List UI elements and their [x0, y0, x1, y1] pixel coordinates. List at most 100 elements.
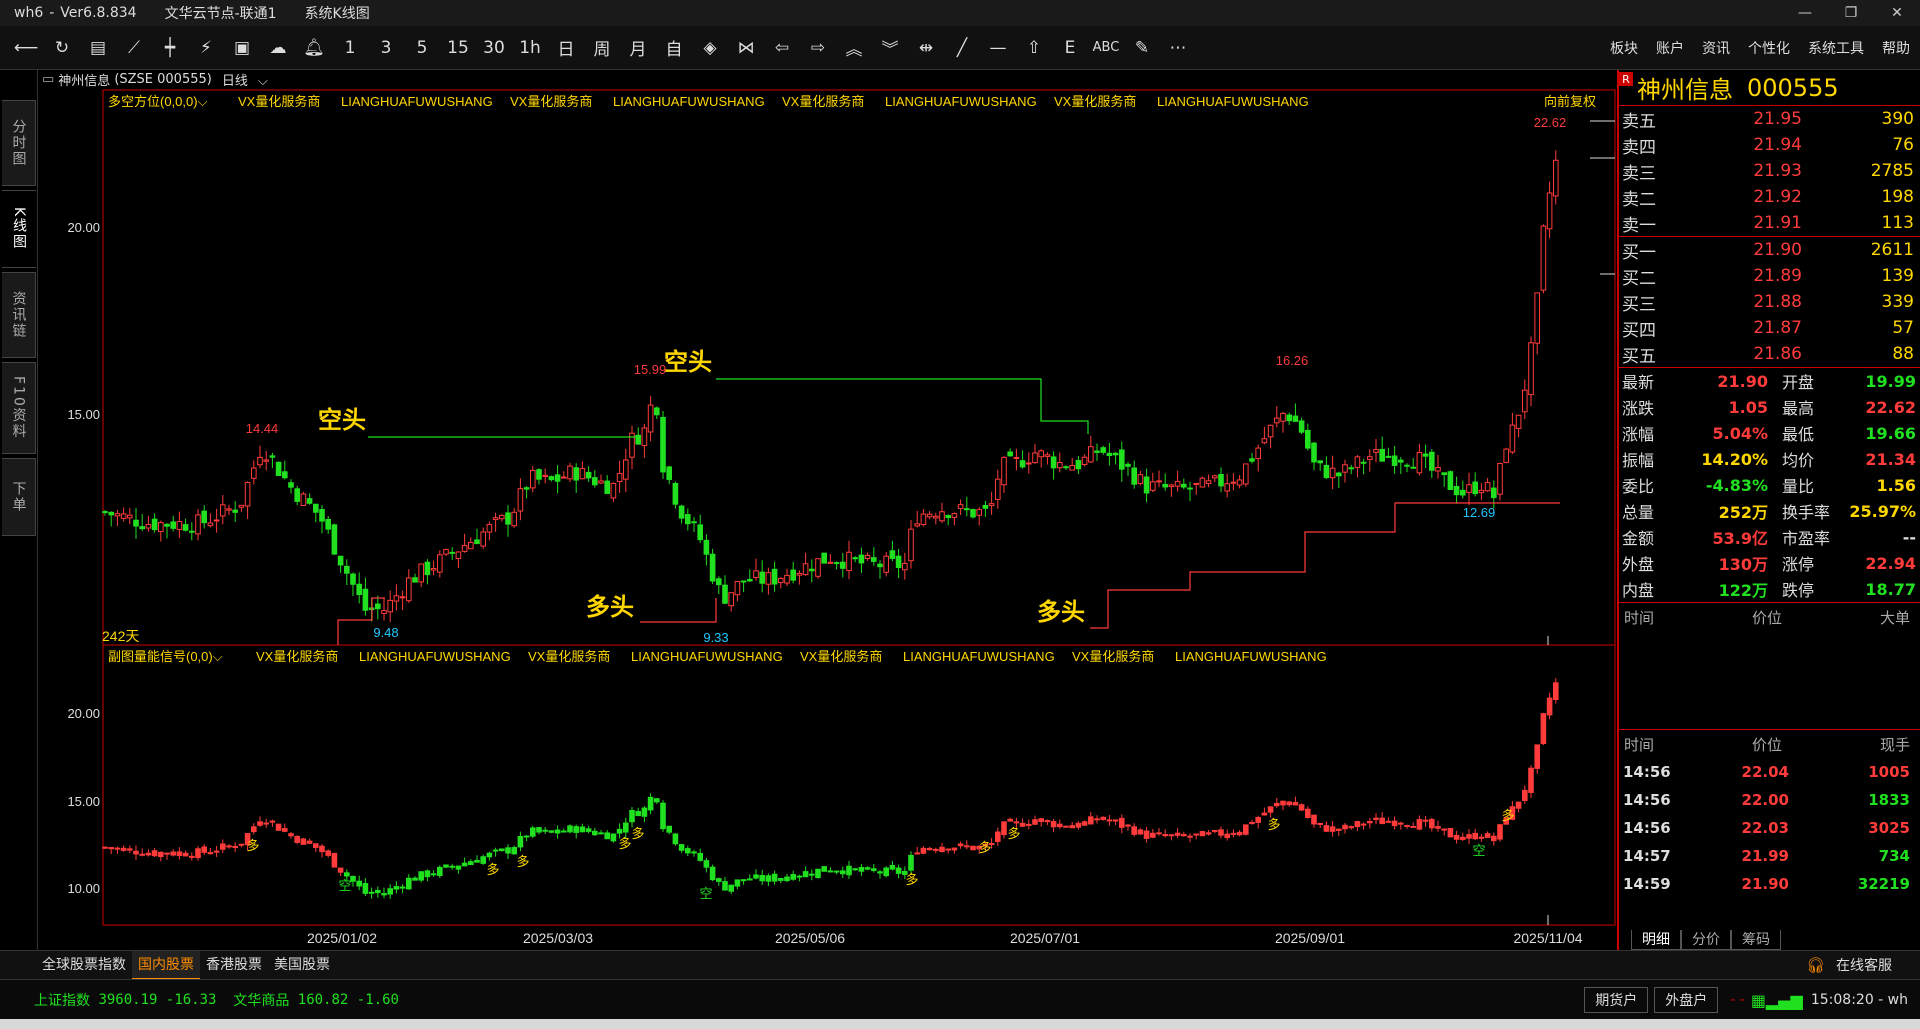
bull-annotation: 多头: [586, 592, 634, 621]
stat-value: --: [1902, 527, 1916, 547]
sub-candle: [1075, 822, 1082, 828]
sub-candle: [1354, 821, 1361, 828]
date-label: 2025/03/03: [523, 930, 593, 946]
stat-row: 外盘 130万 涨停 22.94: [1619, 550, 1920, 576]
main-candle: [864, 554, 871, 559]
tab-global-index[interactable]: 全球股票指数: [36, 951, 132, 980]
stat-row: 金额 53.9亿 市盈率 --: [1619, 524, 1920, 550]
sub-candle: [1472, 832, 1479, 840]
sub-candle: [151, 850, 158, 857]
main-candle: [1522, 389, 1528, 413]
sub-candle: [313, 843, 319, 848]
sub-candle: [1088, 816, 1094, 825]
main-candle: [480, 531, 486, 547]
main-candle: [381, 610, 387, 614]
sub-candle: [1379, 817, 1386, 825]
main-candle: [1429, 451, 1435, 471]
sub-candle: [1143, 830, 1150, 839]
sub-candle: [282, 828, 288, 832]
main-candle: [1466, 484, 1472, 493]
sub-candle: [895, 867, 902, 874]
ask-label: 卖四: [1622, 137, 1656, 158]
main-candle: [691, 521, 697, 524]
bid-volume: 339: [1881, 292, 1914, 312]
quote-stock-code: 000555: [1747, 73, 1839, 102]
sub-candle: [1038, 818, 1045, 823]
stat-value: 53.9亿: [1712, 529, 1768, 548]
sub-candle: [1094, 818, 1100, 821]
sub-candle: [548, 830, 555, 833]
stat-value: 19.99: [1865, 371, 1916, 391]
tick-row: 14:56 22.03 3025: [1619, 814, 1920, 842]
ask-row[interactable]: 卖四 21.94 76: [1619, 132, 1920, 158]
sub-candle: [1001, 821, 1007, 836]
sub-candle: [1212, 829, 1218, 832]
ad-text: LIANGHUAFUWUSHANG: [359, 649, 511, 664]
bid-row[interactable]: 买一 21.90 2611: [1619, 237, 1920, 263]
main-candle: [1212, 475, 1218, 479]
bid-price: 21.86: [1753, 344, 1802, 364]
main-candle: [108, 511, 115, 516]
main-candle: [1013, 456, 1020, 459]
foreign-account-button[interactable]: 外盘户: [1654, 987, 1719, 1013]
sub-candle: [1342, 824, 1348, 830]
tab-us-stock[interactable]: 美国股票: [268, 951, 336, 980]
sub-candle: [616, 828, 623, 834]
main-candle: [951, 513, 958, 518]
ask-row[interactable]: 卖五 21.95 390: [1619, 106, 1920, 132]
main-candle: [740, 580, 747, 583]
tab-hk-stock[interactable]: 香港股票: [200, 951, 268, 980]
stat-label: 金额: [1622, 529, 1655, 548]
sub-candle: [486, 852, 493, 858]
online-service-link[interactable]: 🎧︎ 在线客服: [1800, 951, 1904, 980]
main-candle: [1261, 438, 1268, 444]
main-candle: [1540, 225, 1547, 291]
ask-row[interactable]: 卖一 21.91 113: [1619, 210, 1920, 236]
ad-text: LIANGHUAFUWUSHANG: [613, 94, 765, 109]
sub-candle: [381, 893, 387, 896]
bid-label: 买五: [1622, 346, 1656, 367]
tab-price-distribution[interactable]: 分价: [1681, 930, 1731, 950]
futures-account-button[interactable]: 期货户: [1584, 987, 1649, 1013]
stat-label: 开盘: [1782, 373, 1815, 392]
sub-candle: [697, 852, 704, 861]
sub-candle: [387, 888, 393, 895]
sub-candle: [561, 830, 567, 833]
bid-row[interactable]: 买三 21.88 339: [1619, 289, 1920, 315]
sub-candle: [468, 861, 474, 866]
ask-row[interactable]: 卖二 21.92 198: [1619, 184, 1920, 210]
tab-detail[interactable]: 明细: [1631, 930, 1681, 950]
main-candle: [1143, 476, 1150, 494]
sub-candle: [877, 871, 883, 874]
bid-row[interactable]: 买五 21.86 88: [1619, 341, 1920, 367]
tick-row: 14:57 21.99 734: [1619, 842, 1920, 870]
sub-candle: [238, 843, 245, 846]
main-candle: [1162, 483, 1169, 488]
main-candle: [325, 519, 331, 530]
main-candle: [145, 524, 152, 529]
main-candle: [970, 509, 976, 518]
status-bar: 上证指数 3960.19 -16.33 文华商品 160.82 -1.60 期货…: [0, 979, 1920, 1019]
bid-row[interactable]: 买二 21.89 139: [1619, 263, 1920, 289]
main-candle: [1224, 483, 1231, 492]
main-candle: [796, 572, 803, 576]
sub-candle: [499, 848, 505, 852]
sub-candle: [1422, 819, 1429, 822]
main-candle: [269, 455, 276, 458]
sub-candle: [1546, 697, 1553, 716]
tab-domestic-stock[interactable]: 国内股票: [132, 950, 200, 980]
ask-label: 卖三: [1622, 163, 1656, 184]
main-candle: [244, 481, 251, 507]
bid-row[interactable]: 买四 21.87 57: [1619, 315, 1920, 341]
sub-candle: [108, 847, 115, 850]
main-candle: [672, 482, 679, 505]
ask-row[interactable]: 卖三 21.93 2785: [1619, 158, 1920, 184]
tick-volume: 1005: [1868, 763, 1910, 781]
sub-candle: [1193, 833, 1200, 836]
sub-candle: [964, 845, 970, 848]
sub-candle: [455, 865, 462, 870]
sub-candle: [356, 880, 362, 887]
tab-chips[interactable]: 筹码: [1731, 930, 1781, 950]
ask-price: 21.94: [1753, 135, 1802, 155]
main-candle: [1119, 449, 1125, 470]
